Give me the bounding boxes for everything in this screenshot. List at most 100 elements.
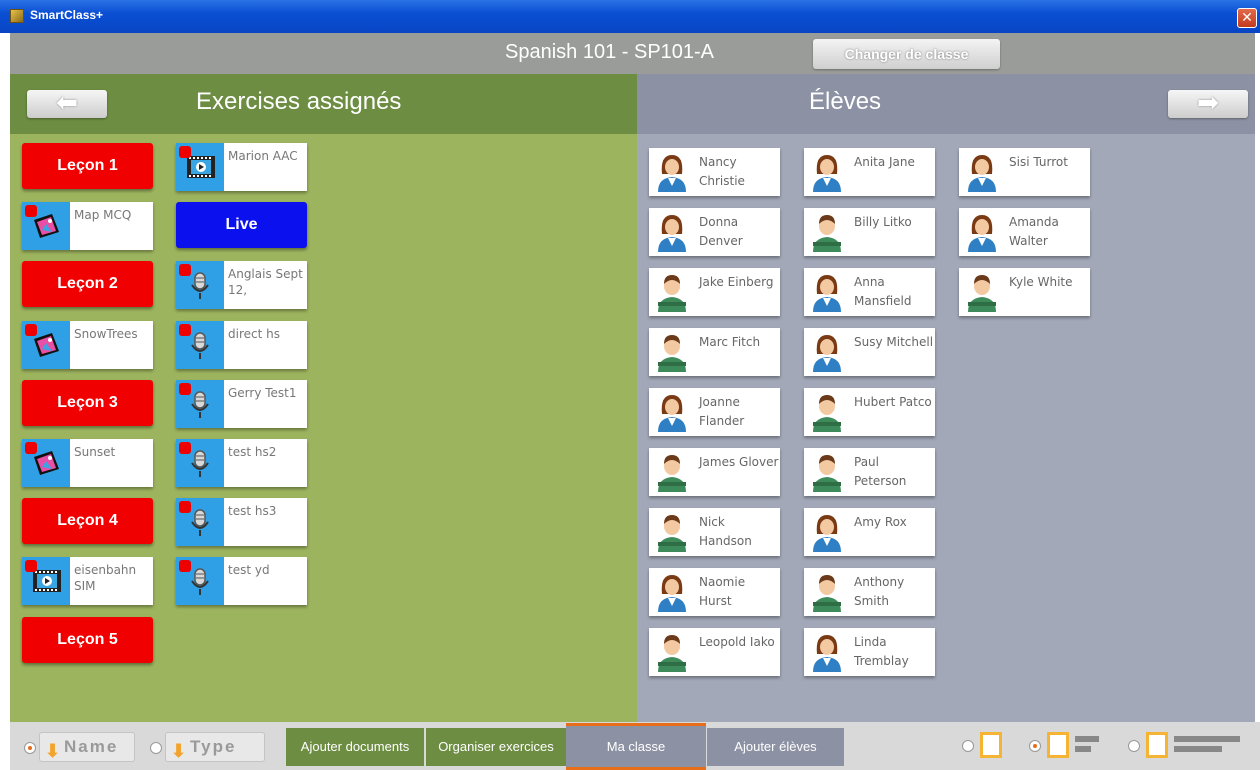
exercise-card[interactable]: Map MCQ [22,202,153,250]
exercise-card[interactable]: test hs2 [176,439,307,487]
student-card[interactable]: Linda Tremblay [804,628,935,676]
status-dot-icon [179,442,191,454]
student-name: Leopold Iako [699,635,775,649]
student-card[interactable]: Anna Mansfield [804,268,935,316]
student-name: Anthony Smith [854,575,905,608]
microphone-icon [176,557,224,605]
lesson-button[interactable]: Leçon 1 [22,143,153,189]
lesson-button[interactable]: Leçon 5 [22,617,153,663]
sort-by-name-button[interactable]: ⬇ Name [39,732,135,762]
student-name: Billy Litko [854,215,912,229]
status-dot-icon [179,383,191,395]
exercise-card[interactable]: SnowTrees [22,321,153,369]
exercise-label: Anglais Sept 12, [228,267,303,297]
close-button[interactable]: ✕ [1237,8,1257,28]
student-card[interactable]: Naomie Hurst [649,568,780,616]
female-avatar-icon [655,392,689,432]
male-avatar-icon [810,392,844,432]
forward-arrow-button[interactable]: ➡ [1168,90,1248,118]
male-avatar-icon [810,572,844,612]
class-name: Spanish 101 - SP101-A [505,41,715,63]
exercise-label: test hs2 [228,445,277,459]
view-mode-3-radio[interactable] [1128,740,1140,752]
video-icon [22,557,70,605]
lesson-button[interactable]: Leçon 4 [22,498,153,544]
tab-my-class[interactable]: Ma classe [566,723,706,770]
exercise-card[interactable]: Sunset [22,439,153,487]
student-card[interactable]: Donna Denver [649,208,780,256]
student-card[interactable]: Nick Handson [649,508,780,556]
sort-name-radio[interactable] [24,742,36,754]
male-avatar-icon [965,272,999,312]
student-card[interactable]: Amanda Walter [959,208,1090,256]
exercise-label: eisenbahn SIM [74,563,137,593]
sort-name-label: Name [64,737,119,756]
exercise-card[interactable]: Gerry Test1 [176,380,307,428]
male-avatar-icon [655,632,689,672]
view-mode-1-radio[interactable] [962,740,974,752]
student-name: Marc Fitch [699,335,761,349]
exercise-card[interactable]: eisenbahn SIM [22,557,153,605]
student-card[interactable]: Anthony Smith [804,568,935,616]
lesson-button[interactable]: Leçon 3 [22,380,153,426]
exercise-card[interactable]: Anglais Sept 12, [176,261,307,309]
female-avatar-icon [810,632,844,672]
student-name: Donna Denver [699,215,743,248]
exercise-label: Marion AAC [228,149,298,163]
live-button[interactable]: Live [176,202,307,248]
status-dot-icon [25,442,37,454]
student-card[interactable]: Nancy Christie [649,148,780,196]
student-card[interactable]: Joanne Flander [649,388,780,436]
lesson-button[interactable]: Leçon 2 [22,261,153,307]
tab-add-students[interactable]: Ajouter élèves [707,728,844,766]
student-card[interactable]: Amy Rox [804,508,935,556]
student-card[interactable]: James Glover [649,448,780,496]
female-avatar-icon [965,152,999,192]
sort-by-type-button[interactable]: ⬇ Type [165,732,265,762]
image-icon [22,202,70,250]
student-card[interactable]: Kyle White [959,268,1090,316]
view-medium-list-icon[interactable] [1047,732,1103,760]
student-name: James Glover [699,455,779,469]
status-dot-icon [179,146,191,158]
window-title: SmartClass+ [30,8,104,22]
female-avatar-icon [810,272,844,312]
female-avatar-icon [655,572,689,612]
student-card[interactable]: Marc Fitch [649,328,780,376]
sort-down-arrow-icon: ⬇ [171,741,189,761]
exercise-card[interactable]: test yd [176,557,307,605]
assigned-exercises-header: ⬅ Exercises assignés [10,74,637,134]
student-card[interactable]: Jake Einberg [649,268,780,316]
female-avatar-icon [810,152,844,192]
student-name: Linda Tremblay [854,635,909,668]
view-mode-2-radio[interactable] [1029,740,1041,752]
microphone-icon [176,321,224,369]
view-large-icon[interactable] [980,732,1010,760]
sort-type-label: Type [190,737,237,756]
student-card[interactable]: Leopold Iako [649,628,780,676]
back-arrow-button[interactable]: ⬅ [27,90,107,118]
exercise-card[interactable]: test hs3 [176,498,307,546]
image-icon [22,321,70,369]
tab-organize-exercises[interactable]: Organiser exercices [426,728,566,766]
view-list-icon[interactable] [1146,732,1246,760]
male-avatar-icon [655,512,689,552]
exercise-card[interactable]: Marion AAC [176,143,307,191]
student-card[interactable]: Susy Mitchell [804,328,935,376]
microphone-icon [176,380,224,428]
female-avatar-icon [655,212,689,252]
exercise-label: Map MCQ [74,208,132,222]
student-card[interactable]: Billy Litko [804,208,935,256]
student-name: Hubert Patco [854,395,932,409]
change-class-button[interactable]: Changer de classe [813,39,1000,69]
student-card[interactable]: Hubert Patco [804,388,935,436]
student-card[interactable]: Paul Peterson [804,448,935,496]
sort-type-radio[interactable] [150,742,162,754]
microphone-icon [176,498,224,546]
exercise-card[interactable]: direct hs [176,321,307,369]
status-dot-icon [179,501,191,513]
student-card[interactable]: Sisi Turrot [959,148,1090,196]
student-card[interactable]: Anita Jane [804,148,935,196]
student-name: Amanda Walter [1009,215,1059,248]
tab-add-documents[interactable]: Ajouter documents [286,728,424,766]
